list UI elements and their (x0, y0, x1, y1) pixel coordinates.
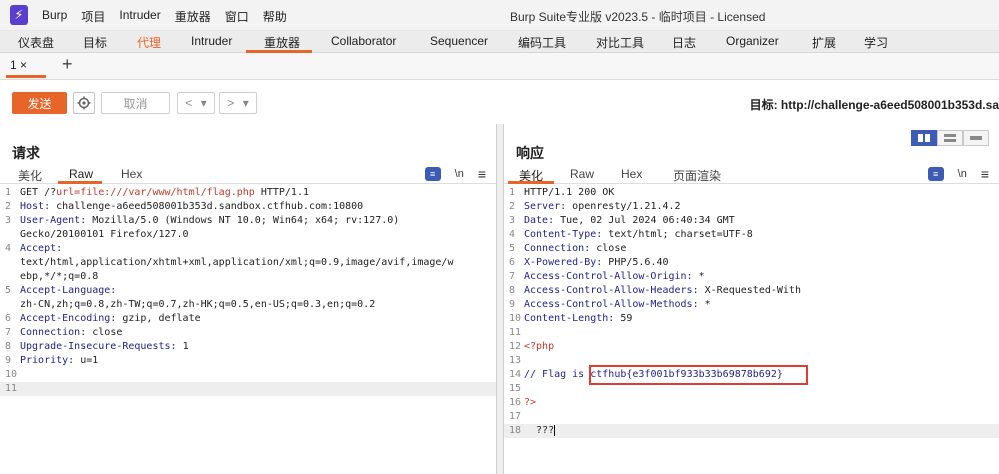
tab-comparer[interactable]: 对比工具 (596, 34, 644, 51)
response-panel: 响应 美化 Raw Hex 页面渲染 ≡ \n ≡ 1 HTTP/1.1 200 … (503, 124, 999, 474)
code-line: 7 Access-Control-Allow-Origin: * (509, 271, 705, 282)
code-line: ebp,*/*;q=0.8 (20, 271, 99, 282)
request-title: 请求 (12, 145, 40, 161)
request-tab-pretty[interactable]: 美化 (18, 167, 42, 184)
code-line: 3 Date: Tue, 02 Jul 2024 06:40:34 GMT (509, 215, 735, 226)
code-line: 1 HTTP/1.1 200 OK (509, 187, 615, 198)
code-line: 1 GET /?url=file:///var/www/html/flag.php… (5, 187, 309, 198)
menu-icon[interactable]: ≡ (981, 166, 989, 182)
code-line: 2 Server: openresty/1.21.4.2 (509, 201, 681, 212)
code-line: 3 User-Agent: Mozilla/5.0 (Windows NT 10.… (5, 215, 400, 226)
word-wrap-icon[interactable]: ≡ (927, 167, 944, 181)
tab-organizer[interactable]: Organizer (726, 34, 779, 48)
tab-dashboard[interactable]: 仪表盘 (18, 34, 54, 51)
newline-toggle-icon[interactable]: \n (455, 168, 464, 180)
chevron-down-icon: ▾ (200, 96, 207, 110)
repeater-toolbar: 发送 取消 < ▾ > ▾ 目标: http://challenge-a6eed… (0, 80, 999, 124)
code-line-current: 18 ??? (504, 424, 999, 438)
code-line: 8 Access-Control-Allow-Headers: X-Request… (509, 285, 801, 296)
back-arrow-icon: < (185, 96, 193, 110)
chevron-down-icon: ▾ (242, 96, 249, 110)
send-button[interactable]: 发送 (12, 92, 67, 114)
response-title: 响应 (516, 145, 544, 161)
target-url[interactable]: 目标: http://challenge-a6eed508001b353d.sa (750, 96, 999, 113)
response-tab-indicator (508, 181, 554, 184)
code-line: Gecko/20100101 Firefox/127.0 (20, 229, 189, 240)
code-line: 6 X-Powered-By: PHP/5.6.40 (509, 257, 669, 268)
code-line: 11 (509, 327, 522, 338)
tab-sequencer[interactable]: Sequencer (430, 34, 488, 48)
main-tabs: 仪表盘 目标 代理 Intruder 重放器 Collaborator Sequ… (0, 31, 999, 53)
code-line: 17 (509, 411, 522, 422)
tab-logger[interactable]: 日志 (672, 34, 696, 51)
gear-icon (77, 96, 91, 110)
response-tab-hex[interactable]: Hex (621, 167, 642, 181)
request-view-tabs: 美化 Raw Hex ≡ \n ≡ (0, 164, 496, 184)
code-line: 10 (5, 369, 18, 380)
tab-decoder[interactable]: 编码工具 (518, 34, 566, 51)
menu-window[interactable]: 窗口 (225, 8, 249, 25)
request-view-options: ≡ \n ≡ (424, 164, 486, 184)
code-line: 8 Upgrade-Insecure-Requests: 1 (5, 341, 189, 352)
code-line: 4 Accept: (5, 243, 63, 254)
layout-side-by-side-icon[interactable] (911, 130, 937, 146)
request-tab-hex[interactable]: Hex (121, 167, 142, 181)
menu-bar: Burp 项目 Intruder 重放器 窗口 帮助 (42, 8, 287, 25)
newline-toggle-icon[interactable]: \n (958, 168, 967, 180)
settings-button[interactable] (73, 92, 95, 114)
code-line: 10 Content-Length: 59 (509, 313, 633, 324)
repeater-tab-indicator (6, 75, 46, 78)
code-line-current: 11 (0, 382, 496, 396)
code-line: zh-CN,zh;q=0.8,zh-TW;q=0.7,zh-HK;q=0.5,e… (20, 299, 376, 310)
menu-intruder[interactable]: Intruder (119, 8, 160, 25)
code-line: 5 Connection: close (509, 243, 627, 254)
menu-project[interactable]: 项目 (81, 8, 105, 25)
window-title: Burp Suite专业版 v2023.5 - 临时项目 - Licensed (510, 10, 766, 24)
request-panel: 请求 美化 Raw Hex ≡ \n ≡ 1 GET /?url=file:///… (0, 124, 497, 474)
request-tab-raw[interactable]: Raw (69, 167, 93, 181)
request-tab-indicator (58, 181, 102, 184)
forward-arrow-icon: > (227, 96, 235, 110)
code-line: 4 Content-Type: text/html; charset=UTF-8 (509, 229, 753, 240)
add-tab-icon[interactable]: + (62, 54, 73, 75)
menu-burp[interactable]: Burp (42, 8, 67, 25)
cancel-button[interactable]: 取消 (101, 92, 170, 114)
layout-stacked-icon[interactable] (937, 130, 963, 146)
code-line: 16 ?> (509, 397, 537, 408)
menu-repeater[interactable]: 重放器 (175, 8, 211, 25)
tab-target[interactable]: 目标 (83, 34, 107, 51)
tab-learn[interactable]: 学习 (864, 34, 888, 51)
code-line: 5 Accept-Language: (5, 285, 117, 296)
burp-logo-icon: ⚡ (10, 5, 28, 25)
forward-button[interactable]: > ▾ (219, 92, 257, 114)
code-line: 6 Accept-Encoding: gzip, deflate (5, 313, 201, 324)
response-view-options: ≡ \n ≡ (927, 164, 989, 184)
text-caret (554, 424, 556, 436)
layout-toggle (911, 130, 989, 146)
repeater-tab-1[interactable]: 1 × (10, 58, 27, 72)
code-line: 2 Host: challenge-a6eed508001b353d.sandbo… (5, 201, 364, 212)
tab-collaborator[interactable]: Collaborator (331, 34, 396, 48)
tab-repeater[interactable]: 重放器 (264, 34, 300, 51)
tab-intruder[interactable]: Intruder (191, 34, 232, 48)
flag-highlight-box (589, 365, 808, 385)
code-line: 9 Priority: u=1 (5, 355, 99, 366)
response-tab-raw[interactable]: Raw (570, 167, 594, 181)
menu-icon[interactable]: ≡ (478, 166, 486, 182)
title-bar: ⚡ Burp 项目 Intruder 重放器 窗口 帮助 Burp Suite专… (0, 0, 999, 31)
code-line: 12 <?php (509, 341, 555, 352)
tab-extensions[interactable]: 扩展 (812, 34, 836, 51)
word-wrap-icon[interactable]: ≡ (424, 167, 441, 181)
code-line: text/html,application/xhtml+xml,applicat… (20, 257, 454, 268)
back-button[interactable]: < ▾ (177, 92, 215, 114)
repeater-tabs: 1 × + (0, 53, 999, 80)
layout-tabs-icon[interactable] (963, 130, 989, 146)
code-line: 7 Connection: close (5, 327, 123, 338)
tab-proxy[interactable]: 代理 (137, 34, 161, 51)
response-tab-render[interactable]: 页面渲染 (673, 167, 721, 184)
response-view-tabs: 美化 Raw Hex 页面渲染 ≡ \n ≡ (504, 164, 999, 184)
code-line: 9 Access-Control-Allow-Methods: * (509, 299, 711, 310)
menu-help[interactable]: 帮助 (263, 8, 287, 25)
